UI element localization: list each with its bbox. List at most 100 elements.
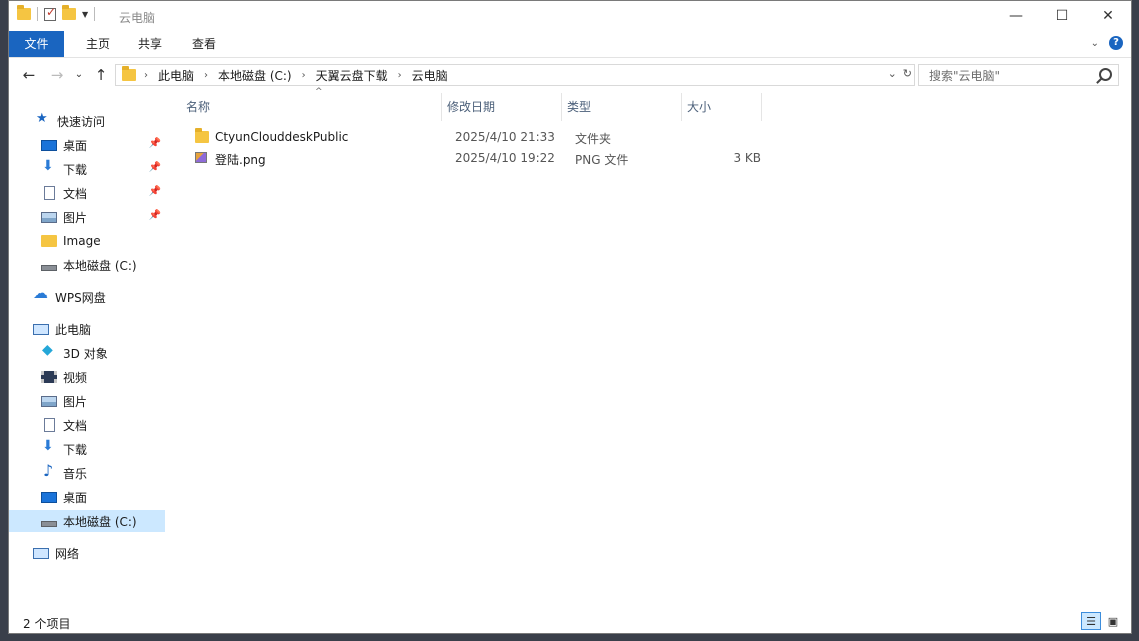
drive-icon: [41, 521, 57, 527]
sidebar-item-label: 文档: [63, 186, 88, 201]
star-icon: [35, 111, 51, 128]
sidebar-item-pictures[interactable]: 图片 📌: [9, 206, 165, 228]
customize-toolbar-chevron-down-icon[interactable]: ▼: [82, 10, 88, 19]
network-icon: [33, 547, 49, 559]
recent-locations-chevron-down-icon[interactable]: ⌄: [69, 65, 89, 85]
column-header-size[interactable]: 大小: [687, 93, 761, 121]
sidebar-item-label: 图片: [63, 210, 88, 225]
sidebar-item-label: 文档: [63, 418, 88, 433]
download-icon: [41, 158, 57, 176]
sidebar-item-image-folder[interactable]: Image: [9, 230, 165, 252]
search-icon[interactable]: [1099, 68, 1112, 81]
sidebar-item-downloads-pc[interactable]: 下载: [9, 438, 165, 460]
file-date: 2025/4/10 19:22: [455, 151, 555, 165]
picture-icon: [41, 395, 57, 407]
address-history-chevron-down-icon[interactable]: ⌄: [888, 67, 897, 80]
breadcrumb-item[interactable]: 此电脑: [158, 67, 194, 84]
window-controls: — ☐ ✕: [993, 1, 1131, 31]
navigation-bar: ← → ⌄ ↑ › 此电脑 › 本地磁盘 (C:) › 天翼云盘下载 › 云电脑…: [9, 61, 1131, 89]
pin-icon[interactable]: 📌: [149, 210, 161, 221]
column-divider[interactable]: [441, 93, 442, 121]
download-icon: [41, 438, 57, 456]
drive-icon: [41, 265, 57, 271]
details-view-button[interactable]: ☰: [1081, 612, 1101, 630]
sidebar-item-local-disk-pc[interactable]: 本地磁盘 (C:): [9, 510, 165, 532]
expand-ribbon-chevron-down-icon[interactable]: ⌄: [1091, 38, 1099, 49]
breadcrumb-item[interactable]: 天翼云盘下载: [316, 67, 388, 84]
sidebar-item-this-pc[interactable]: 此电脑: [9, 318, 165, 340]
column-header-type[interactable]: 类型: [567, 93, 681, 121]
music-icon: [41, 461, 57, 480]
navigation-pane: 快速访问 桌面 📌 下载 📌 文档 📌 图片 📌 Image 本地磁: [9, 97, 167, 597]
column-header-modified[interactable]: 修改日期: [447, 93, 561, 121]
sidebar-item-label: 桌面: [63, 490, 88, 505]
breadcrumb-separator-icon[interactable]: ›: [398, 70, 402, 81]
file-list: ^ 名称 修改日期 类型 大小 CtyunClouddeskPublic 202…: [175, 87, 1131, 603]
tab-home[interactable]: 主页: [75, 31, 121, 57]
sidebar-item-wps-cloud[interactable]: WPS网盘: [9, 284, 165, 308]
properties-icon[interactable]: [44, 5, 56, 21]
column-header-name[interactable]: 名称: [186, 93, 441, 121]
quick-access-toolbar: ▼: [17, 5, 96, 21]
sidebar-item-label: 下载: [63, 442, 88, 457]
tab-view[interactable]: 查看: [181, 31, 227, 57]
breadcrumb-item[interactable]: 本地磁盘 (C:): [218, 67, 292, 84]
file-date: 2025/4/10 21:33: [455, 130, 555, 144]
sidebar-item-quick-access[interactable]: 快速访问: [9, 110, 191, 132]
cube-icon: [41, 342, 57, 360]
sidebar-item-music[interactable]: 音乐: [9, 461, 165, 484]
refresh-icon[interactable]: ↻: [903, 67, 912, 80]
desktop-icon: [41, 139, 57, 151]
file-name: CtyunClouddeskPublic: [215, 130, 349, 144]
sidebar-item-documents[interactable]: 文档 📌: [9, 182, 165, 204]
sidebar-item-label: 3D 对象: [63, 346, 108, 361]
sidebar-item-pictures-pc[interactable]: 图片: [9, 390, 165, 412]
window-title: 云电脑: [119, 11, 156, 25]
back-button[interactable]: ←: [19, 65, 39, 85]
table-row[interactable]: 登陆.png 2025/4/10 19:22 PNG 文件 3 KB: [189, 148, 769, 169]
column-divider[interactable]: [681, 93, 682, 121]
breadcrumb-separator-icon[interactable]: ›: [204, 70, 208, 81]
sidebar-item-documents-pc[interactable]: 文档: [9, 414, 165, 436]
pin-icon[interactable]: 📌: [149, 138, 161, 149]
address-bar[interactable]: › 此电脑 › 本地磁盘 (C:) › 天翼云盘下载 › 云电脑 ⌄ ↻: [115, 64, 915, 86]
sidebar-item-desktop[interactable]: 桌面 📌: [9, 134, 165, 156]
sidebar-item-videos[interactable]: 视频: [9, 366, 165, 388]
folder-icon: [41, 235, 57, 247]
toolbar-separator: [37, 7, 38, 21]
close-button[interactable]: ✕: [1085, 1, 1131, 31]
sidebar-item-local-disk[interactable]: 本地磁盘 (C:): [9, 254, 165, 276]
up-button[interactable]: ↑: [91, 65, 111, 85]
title-bar: ▼ 云电脑 — ☐ ✕: [9, 1, 1131, 31]
file-type: 文件夹: [575, 132, 612, 146]
sidebar-item-desktop-pc[interactable]: 桌面: [9, 486, 165, 508]
column-divider[interactable]: [761, 93, 762, 121]
tab-file[interactable]: 文件: [9, 31, 64, 57]
help-icon[interactable]: ?: [1109, 36, 1123, 50]
large-icons-view-button[interactable]: ▣: [1103, 612, 1123, 630]
minimize-button[interactable]: —: [993, 1, 1039, 31]
new-folder-icon[interactable]: [62, 5, 76, 20]
table-row[interactable]: CtyunClouddeskPublic 2025/4/10 21:33 文件夹: [189, 127, 769, 148]
column-divider[interactable]: [561, 93, 562, 121]
sidebar-item-label: 图片: [63, 394, 88, 409]
forward-button[interactable]: →: [47, 65, 67, 85]
file-type: PNG 文件: [575, 153, 629, 167]
sidebar-item-downloads[interactable]: 下载 📌: [9, 158, 165, 180]
sidebar-item-3d-objects[interactable]: 3D 对象: [9, 342, 165, 364]
ribbon-tabs: 文件 主页 共享 查看 ⌄ ?: [9, 31, 1131, 58]
maximize-button[interactable]: ☐: [1039, 1, 1085, 31]
tab-share[interactable]: 共享: [127, 31, 173, 57]
sidebar-item-network[interactable]: 网络: [9, 542, 165, 564]
ribbon-right-controls: ⌄ ?: [1091, 36, 1123, 50]
sidebar-item-label: 桌面: [63, 138, 88, 153]
search-input[interactable]: [927, 66, 1101, 86]
breadcrumb-separator-icon[interactable]: ›: [302, 70, 306, 81]
breadcrumb-item[interactable]: 云电脑: [412, 67, 448, 84]
pin-icon[interactable]: 📌: [149, 186, 161, 197]
search-box: [918, 64, 1119, 86]
toolbar-separator: [94, 7, 96, 21]
breadcrumb-separator-icon[interactable]: ›: [144, 70, 148, 81]
folder-icon: [195, 128, 209, 143]
pin-icon[interactable]: 📌: [149, 162, 161, 173]
